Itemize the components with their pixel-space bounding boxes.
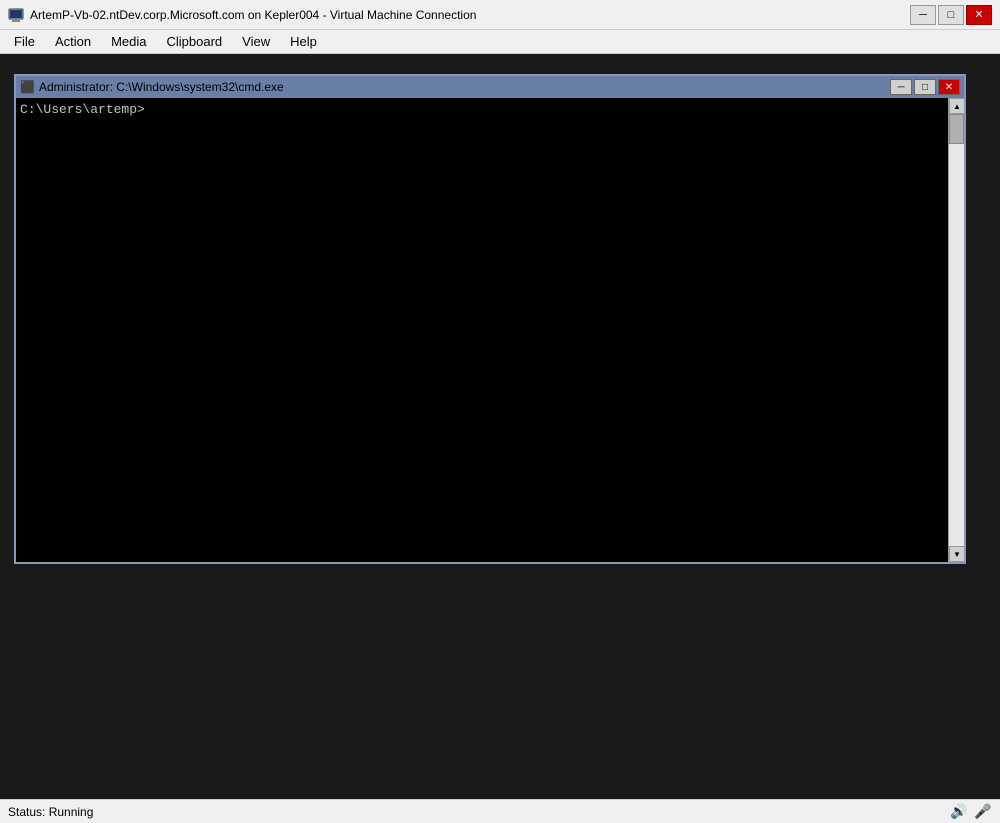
menu-clipboard[interactable]: Clipboard	[157, 32, 233, 51]
title-bar-controls: ─ □ ✕	[910, 5, 992, 25]
mic-icon: 🎤	[974, 803, 992, 821]
cmd-controls: ─ □ ✕	[890, 79, 960, 95]
main-area: ⬛ Administrator: C:\Windows\system32\cmd…	[0, 54, 1000, 799]
sound-icon: 🔊	[950, 803, 968, 821]
scrollbar-up-arrow[interactable]: ▲	[949, 98, 964, 114]
cmd-content[interactable]: C:\Users\artemp>	[16, 98, 948, 562]
cmd-window: ⬛ Administrator: C:\Windows\system32\cmd…	[14, 74, 966, 564]
status-bar: Status: Running 🔊 🎤	[0, 799, 1000, 823]
cmd-title-text: Administrator: C:\Windows\system32\cmd.e…	[39, 80, 890, 94]
menu-media[interactable]: Media	[101, 32, 156, 51]
cmd-prompt: C:\Users\artemp>	[20, 102, 145, 117]
cmd-title-bar: ⬛ Administrator: C:\Windows\system32\cmd…	[16, 76, 964, 98]
cmd-maximize-button[interactable]: □	[914, 79, 936, 95]
title-bar: ArtemP-Vb-02.ntDev.corp.Microsoft.com on…	[0, 0, 1000, 30]
cmd-minimize-button[interactable]: ─	[890, 79, 912, 95]
menu-view[interactable]: View	[232, 32, 280, 51]
status-label: Status: Running	[8, 805, 93, 819]
maximize-button[interactable]: □	[938, 5, 964, 25]
cmd-content-wrapper: C:\Users\artemp> ▲ ▼	[16, 98, 964, 562]
close-button[interactable]: ✕	[966, 5, 992, 25]
cmd-scrollbar[interactable]: ▲ ▼	[948, 98, 964, 562]
menu-action[interactable]: Action	[45, 32, 101, 51]
scrollbar-thumb[interactable]	[949, 114, 964, 144]
cmd-close-button[interactable]: ✕	[938, 79, 960, 95]
vm-icon	[8, 7, 24, 23]
menu-bar: File Action Media Clipboard View Help	[0, 30, 1000, 54]
minimize-button[interactable]: ─	[910, 5, 936, 25]
menu-file[interactable]: File	[4, 32, 45, 51]
menu-help[interactable]: Help	[280, 32, 327, 51]
scrollbar-down-arrow[interactable]: ▼	[949, 546, 964, 562]
status-icons: 🔊 🎤	[950, 803, 992, 821]
window-title: ArtemP-Vb-02.ntDev.corp.Microsoft.com on…	[30, 8, 910, 22]
cmd-icon: ⬛	[20, 80, 35, 94]
scrollbar-track[interactable]	[949, 114, 964, 546]
